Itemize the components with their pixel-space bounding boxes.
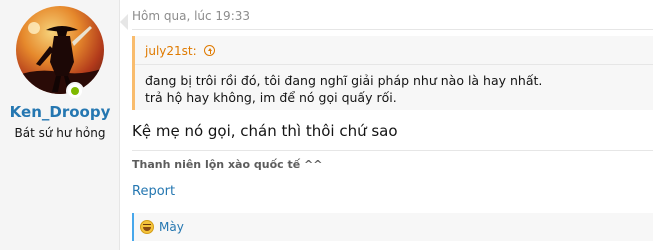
quote-block: july21st: đang bị trôi rồi đó, tôi đang … (132, 36, 653, 110)
reactions-bar[interactable]: Mày (132, 213, 653, 241)
post-timestamp[interactable]: Hôm qua, lúc 19:33 (132, 9, 250, 23)
username-link[interactable]: Ken_Droopy (0, 103, 120, 121)
avatar-samurai-image (16, 22, 104, 94)
quote-content: đang bị trôi rồi đó, tôi đang nghĩ giải … (145, 72, 542, 106)
post-message: Kệ mẹ nó gọi, chán thì thôi chứ sao (132, 122, 398, 140)
quote-line: đang bị trôi rồi đó, tôi đang nghĩ giải … (145, 73, 543, 88)
reaction-user-link[interactable]: Mày (159, 220, 184, 234)
online-status-icon (66, 82, 84, 100)
report-link[interactable]: Report (132, 184, 175, 199)
laugh-emoji-icon (140, 220, 154, 234)
header-divider (132, 29, 653, 30)
avatar[interactable] (16, 6, 104, 94)
quote-author-link[interactable]: july21st: (145, 44, 197, 58)
quote-divider (135, 64, 653, 65)
arrow-up-circle-icon[interactable] (204, 45, 216, 56)
signature-divider (132, 150, 653, 151)
quote-header: july21st: (145, 44, 216, 58)
post-main: Hôm qua, lúc 19:33 july21st: đang bị trô… (121, 0, 653, 250)
user-info-panel: Ken_Droopy Bát sứ hư hỏng (0, 0, 120, 250)
quote-line: trả hộ hay không, im để nó gọi quấy rối. (145, 90, 397, 105)
user-signature: Thanh niên lộn xào quốc tế ^^ (132, 158, 323, 171)
user-title: Bát sứ hư hỏng (14, 126, 106, 140)
